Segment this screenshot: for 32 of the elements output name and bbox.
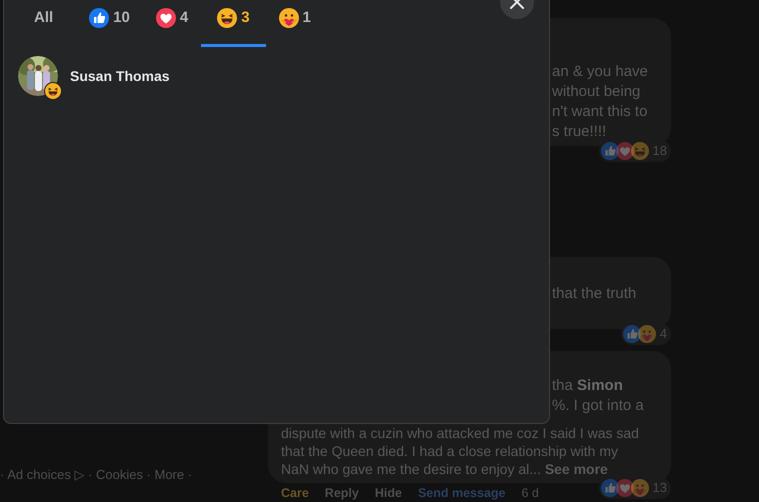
hugging-face-icon xyxy=(630,478,649,497)
hugging-face-icon xyxy=(638,324,656,343)
comment-text: that the Queen died. I had a close relationship with my xyxy=(281,442,618,460)
thumbs-up-icon xyxy=(600,478,619,497)
laughing-face-icon xyxy=(45,83,61,99)
thumbs-up-icon xyxy=(600,142,619,160)
comment-text: %. I got into a xyxy=(552,396,644,416)
comment-action-link[interactable]: Send message xyxy=(418,484,506,502)
hugging-face-icon xyxy=(278,8,299,28)
comment-text: that the truth xyxy=(552,284,636,304)
reaction-tab[interactable]: 3 xyxy=(201,0,266,47)
comment-text: without being xyxy=(552,82,642,102)
reaction-tab[interactable]: 4 xyxy=(142,0,202,47)
comment-text: dispute with a cuzin who attacked me coz I said I was sad xyxy=(281,424,639,442)
reaction-tab[interactable]: All xyxy=(21,0,66,47)
comment-action-link[interactable]: Hide xyxy=(374,484,402,502)
comment-text: tha Simon xyxy=(552,376,624,396)
thumbs-up-icon xyxy=(89,8,110,28)
laughing-face-icon xyxy=(630,142,649,160)
comment-text: s true!!!! xyxy=(552,122,608,142)
footer-links[interactable]: · Ad choices ▷ · Cookies · More · xyxy=(0,465,192,484)
comment-action-link[interactable]: Care xyxy=(281,484,309,502)
comment-text: n't want this to xyxy=(552,102,648,122)
reaction-tab[interactable]: 10 xyxy=(76,0,143,47)
thumbs-up-icon xyxy=(622,324,641,343)
comment-text: NaN who gave me the desire to enjoy al... See more xyxy=(281,460,608,478)
laughing-face-icon xyxy=(217,8,238,28)
person-name[interactable]: Susan Thomas xyxy=(70,66,170,86)
reaction-tab[interactable]: 1 xyxy=(266,0,324,47)
comment-action-link[interactable]: Reply xyxy=(324,484,359,502)
comment-text: an & you have xyxy=(552,62,648,82)
comment-time: 6 d xyxy=(521,485,539,502)
